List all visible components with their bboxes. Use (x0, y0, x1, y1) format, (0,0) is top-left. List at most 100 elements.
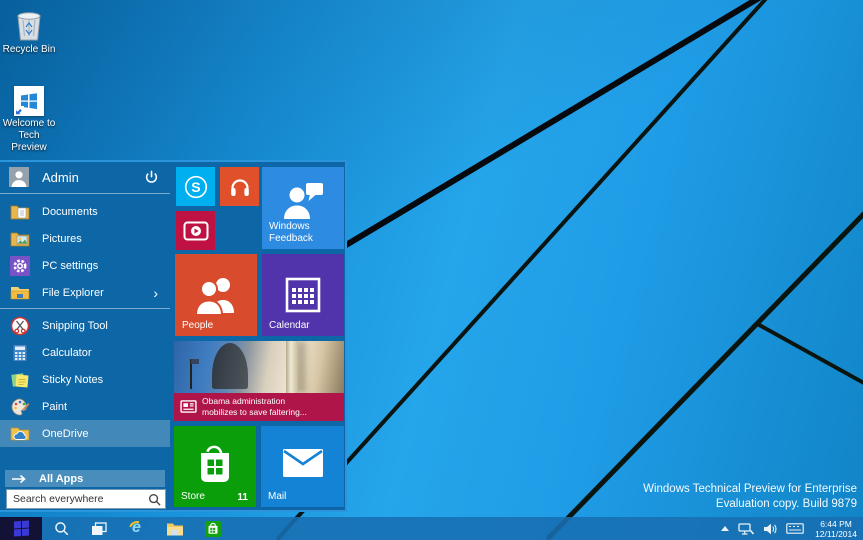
flag (190, 359, 192, 389)
desktop: Recycle Bin Welcome to Tech Preview Wind… (0, 0, 863, 540)
menu-item-label: Snipping Tool (42, 320, 108, 332)
volume-button[interactable] (763, 523, 777, 535)
avatar (9, 167, 29, 187)
menu-item-label: Paint (42, 401, 67, 413)
welcome-label-line1: Welcome to (0, 118, 58, 130)
news-banner: Obama administration mobilizes to save f… (174, 393, 344, 421)
touch-keyboard-button[interactable] (786, 523, 804, 534)
tile-store[interactable]: Store 11 (174, 426, 256, 507)
tile-label: Calendar (269, 320, 310, 332)
menu-item-label: Documents (42, 206, 98, 218)
start-button[interactable] (0, 517, 42, 540)
watermark-line1: Windows Technical Preview for Enterprise (643, 482, 857, 497)
tile-video[interactable] (176, 211, 215, 250)
calculator-icon (10, 343, 30, 363)
folder-icon (166, 522, 184, 536)
system-tray (721, 523, 804, 535)
recycle-bin-label: Recycle Bin (0, 44, 58, 56)
watermark-line2: Evaluation copy. Build 9879 (643, 497, 857, 512)
taskbar-clock[interactable]: 6:44 PM 12/11/2014 (815, 519, 857, 539)
palette-icon (10, 397, 30, 417)
start-menu: Admin Documents (0, 160, 347, 512)
taskbar: e (0, 517, 863, 540)
onedrive-cloud-folder-icon (10, 424, 30, 444)
user-account-button[interactable]: Admin (0, 162, 170, 192)
menu-item-label: OneDrive (42, 428, 88, 440)
store-icon (205, 521, 221, 537)
desktop-icon-welcome-to-tech-preview[interactable]: Welcome to Tech Preview (0, 86, 58, 154)
tile-people[interactable]: People (175, 254, 257, 336)
evaluation-watermark: Windows Technical Preview for Enterprise… (643, 482, 857, 512)
video-player-icon (176, 211, 215, 250)
menu-item-snipping-tool[interactable]: Snipping Tool (0, 312, 170, 339)
wallpaper-diagonal-line (756, 322, 863, 391)
menu-item-paint[interactable]: Paint (0, 393, 170, 420)
menu-item-documents[interactable]: Documents (0, 198, 170, 225)
store-button[interactable] (194, 517, 232, 540)
keyboard-icon (786, 523, 804, 534)
windows-logo-icon (14, 520, 29, 536)
search-icon (148, 493, 161, 506)
tile-label: Windows Feedback (269, 221, 339, 245)
network-status-button[interactable] (738, 523, 754, 535)
menu-item-label: PC settings (42, 260, 98, 272)
menu-item-label: File Explorer (42, 287, 104, 299)
windows-flag-icon (14, 86, 44, 116)
chevron-right-icon: › (153, 286, 158, 300)
tile-news[interactable]: Obama administration mobilizes to save f… (174, 341, 344, 421)
tile-label: Store (181, 491, 205, 503)
menu-item-label: Pictures (42, 233, 82, 245)
tile-mail[interactable]: Mail (261, 426, 344, 507)
internet-explorer-icon: e (128, 520, 146, 538)
menu-item-label: Sticky Notes (42, 374, 103, 386)
right-arrow-icon (11, 474, 27, 484)
menu-item-pc-settings[interactable]: PC settings (0, 252, 170, 279)
headphones-icon (220, 167, 259, 206)
user-name: Admin (42, 170, 138, 185)
capitol-dome (212, 343, 248, 389)
menu-item-onedrive[interactable]: OneDrive (0, 420, 170, 447)
documents-folder-icon (10, 202, 30, 222)
clock-date: 12/11/2014 (815, 529, 857, 539)
desktop-icon-recycle-bin[interactable]: Recycle Bin (0, 8, 58, 56)
store-badge-count: 11 (237, 492, 248, 503)
divider (0, 193, 170, 194)
tray-expand-button[interactable] (721, 526, 729, 531)
search-input[interactable] (11, 493, 148, 505)
task-view-button[interactable] (80, 517, 118, 540)
tile-audio[interactable] (220, 167, 259, 206)
all-apps-button[interactable]: All Apps (5, 470, 165, 487)
sticky-notes-icon (10, 370, 30, 390)
network-icon (738, 523, 754, 535)
power-button[interactable] (138, 164, 164, 190)
all-apps-label: All Apps (39, 473, 83, 485)
folder-icon (10, 283, 30, 303)
menu-item-calculator[interactable]: Calculator (0, 339, 170, 366)
tile-calendar[interactable]: Calendar (262, 254, 344, 336)
clock-time: 6:44 PM (815, 519, 857, 529)
building-column (286, 341, 298, 393)
newspaper-icon (180, 400, 197, 418)
search-icon (54, 521, 69, 536)
file-explorer-button[interactable] (156, 517, 194, 540)
tile-windows-feedback[interactable]: Windows Feedback (262, 167, 344, 249)
tile-skype[interactable]: S (176, 167, 215, 206)
menu-item-sticky-notes[interactable]: Sticky Notes (0, 366, 170, 393)
internet-explorer-button[interactable]: e (118, 517, 156, 540)
menu-item-file-explorer[interactable]: File Explorer › (0, 279, 170, 306)
task-view-icon (91, 522, 107, 536)
speaker-icon (763, 523, 777, 535)
taskbar-search-button[interactable] (42, 517, 80, 540)
welcome-label-line2: Tech Preview (0, 130, 58, 154)
pictures-folder-icon (10, 229, 30, 249)
recycle-bin-icon (0, 8, 58, 42)
tile-label: Mail (268, 491, 286, 503)
scissors-icon (10, 316, 30, 336)
news-photo (174, 341, 344, 393)
shortcut-arrow-icon (14, 106, 24, 116)
menu-item-label: Calculator (42, 347, 92, 359)
chevron-up-icon (721, 526, 729, 531)
menu-item-pictures[interactable]: Pictures (0, 225, 170, 252)
news-headline-line2: mobilizes to save faltering... (202, 407, 339, 418)
wallpaper-diagonal-line (275, 0, 771, 540)
